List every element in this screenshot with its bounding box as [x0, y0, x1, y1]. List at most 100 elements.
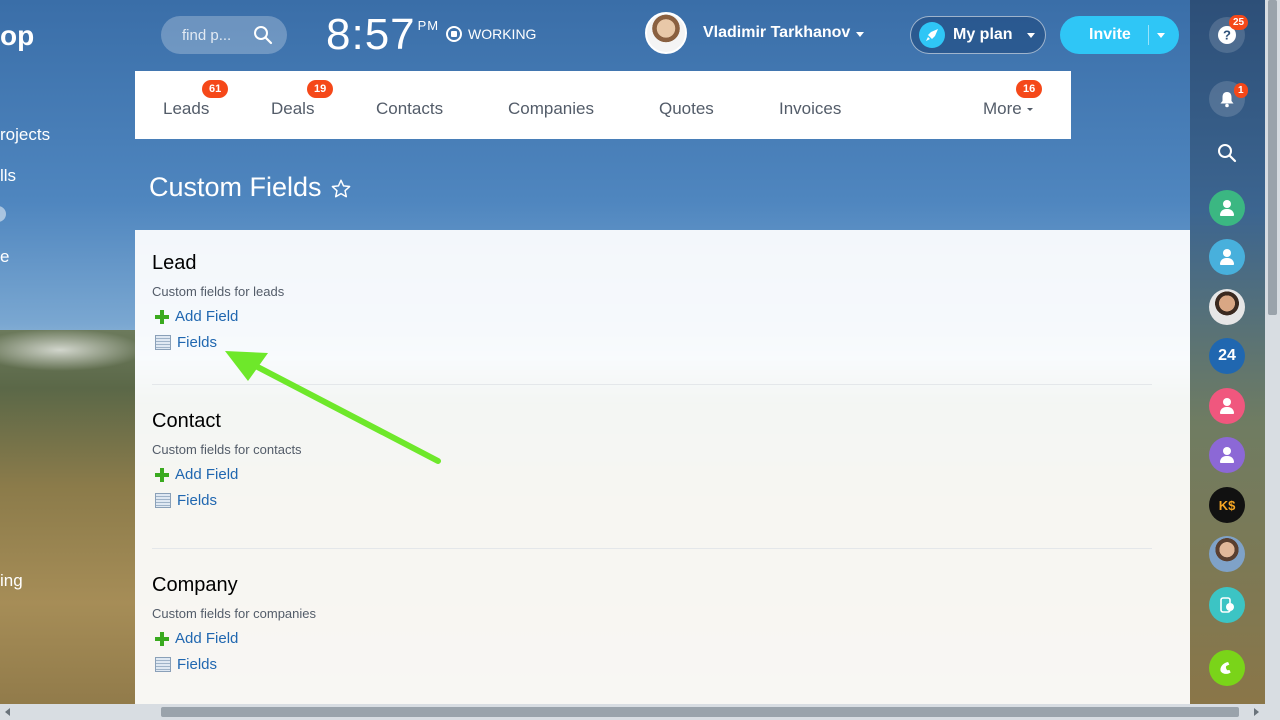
plus-icon — [155, 309, 169, 324]
star-icon[interactable] — [330, 178, 352, 200]
plus-icon — [155, 467, 169, 482]
scroll-right-icon[interactable] — [1254, 708, 1259, 716]
clock-ampm: PM — [417, 18, 440, 33]
work-status-label: WORKING — [468, 26, 537, 42]
search-button[interactable] — [1209, 135, 1245, 171]
horizontal-scrollbar[interactable] — [0, 704, 1280, 720]
contact-avatar-1[interactable] — [1209, 190, 1245, 226]
fields-link[interactable]: Fields — [152, 492, 1152, 509]
notifications-button[interactable]: 1 — [1209, 81, 1248, 117]
scroll-left-icon[interactable] — [5, 708, 10, 716]
avatar[interactable] — [645, 12, 687, 54]
tab-leads[interactable]: Leads 61 — [163, 80, 229, 119]
counter-badge: 19 — [307, 80, 334, 98]
search-placeholder: find p... — [182, 26, 232, 44]
fields-label: Fields — [177, 492, 218, 509]
open-channels-button[interactable] — [1209, 587, 1245, 623]
notifications-badge: 1 — [1234, 83, 1248, 98]
chat-bubble-icon — [1220, 597, 1234, 613]
contact-avatar-6[interactable]: K$ — [1209, 487, 1245, 523]
invite-separator — [1148, 25, 1149, 45]
sidebar-item-settings[interactable]: ing — [0, 571, 23, 591]
scrollbar-thumb[interactable] — [1268, 0, 1277, 315]
help-badge: 25 — [1229, 15, 1249, 30]
invite-label: Invite — [1089, 26, 1131, 43]
search-icon — [1218, 144, 1237, 163]
list-icon — [155, 493, 171, 508]
user-icon — [1219, 249, 1235, 265]
tab-contacts[interactable]: Contacts — [376, 99, 443, 119]
tab-invoices[interactable]: Invoices — [779, 99, 841, 119]
user-icon — [1219, 398, 1235, 414]
annotation-arrow-icon — [225, 351, 441, 464]
tab-deals[interactable]: Deals 19 — [271, 80, 334, 119]
list-icon — [155, 335, 171, 350]
scrollbar-thumb[interactable] — [161, 707, 1239, 717]
tab-label: Companies — [508, 99, 594, 118]
plus-icon — [155, 631, 169, 646]
clock-time: 8:57 — [326, 10, 416, 59]
vertical-scrollbar[interactable] — [1265, 0, 1280, 704]
search-input[interactable]: find p... — [161, 16, 287, 54]
counter-badge: 16 — [1016, 80, 1043, 98]
chevron-down-icon — [1026, 108, 1033, 112]
clock[interactable]: 8:57 PM — [326, 10, 439, 60]
left-sidebar: op rojects lls e ing — [0, 0, 135, 704]
chevron-down-icon — [856, 32, 865, 37]
ks-label: K$ — [1218, 497, 1236, 513]
rocket-icon — [919, 22, 945, 48]
section-divider — [152, 548, 1152, 549]
tab-more[interactable]: More 16 — [983, 80, 1043, 119]
logo[interactable]: op — [0, 20, 40, 52]
sidebar-item-more[interactable]: e — [0, 247, 9, 267]
help-button[interactable]: ? 25 — [1209, 15, 1249, 53]
contact-avatar-4[interactable] — [1209, 388, 1245, 424]
bitrix24-label: 24 — [1218, 347, 1236, 364]
work-status[interactable]: WORKING — [446, 26, 536, 42]
my-plan-label: My plan — [953, 26, 1013, 43]
contact-avatar-2[interactable] — [1209, 239, 1245, 275]
tab-companies[interactable]: Companies — [508, 99, 594, 119]
right-panel: ? 25 1 24 K$ — [1190, 0, 1265, 704]
add-field-link[interactable]: Add Field — [152, 308, 1152, 325]
section-title: Lead — [152, 252, 197, 274]
invite-button[interactable]: Invite — [1060, 16, 1179, 54]
user-icon — [1219, 200, 1235, 216]
add-field-link[interactable]: Add Field — [152, 630, 1152, 647]
tab-label: Deals — [271, 99, 315, 118]
phone-button[interactable] — [1209, 650, 1245, 686]
section-lead: Lead Custom fields for leads Add Field F… — [152, 252, 1152, 351]
sidebar-item-projects[interactable]: rojects — [0, 125, 50, 145]
list-icon — [155, 657, 171, 672]
user-icon — [1219, 447, 1235, 463]
fields-label: Fields — [177, 656, 218, 673]
fields-link[interactable]: Fields — [152, 656, 1152, 673]
tab-label: More — [983, 99, 1022, 118]
crm-tabs: Leads 61 Deals 19 Contacts Companies Quo… — [135, 71, 1071, 139]
sidebar-counter-dot — [0, 206, 6, 222]
tab-label: Invoices — [779, 99, 842, 118]
tab-label: Quotes — [659, 99, 714, 118]
tab-quotes[interactable]: Quotes — [659, 99, 714, 119]
sidebar-item-calls[interactable]: lls — [0, 166, 16, 186]
chevron-down-icon[interactable] — [1157, 33, 1165, 38]
contact-avatar-3[interactable] — [1209, 289, 1245, 325]
user-menu[interactable]: Vladimir Tarkhanov — [645, 12, 865, 54]
user-name: Vladimir Tarkhanov — [703, 24, 851, 41]
search-icon[interactable] — [253, 25, 273, 45]
contact-avatar-5[interactable] — [1209, 437, 1245, 473]
tab-label: Contacts — [376, 99, 444, 118]
add-field-label: Add Field — [175, 308, 239, 325]
section-description: Custom fields for companies — [152, 606, 317, 621]
section-description: Custom fields for leads — [152, 284, 285, 299]
counter-badge: 61 — [202, 80, 229, 98]
my-plan-button[interactable]: My plan — [910, 16, 1046, 54]
page-title: Custom Fields — [149, 172, 322, 202]
fields-label: Fields — [177, 334, 218, 351]
tab-label: Leads — [163, 99, 210, 118]
section-title: Company — [152, 574, 238, 596]
add-field-label: Add Field — [175, 630, 239, 647]
contact-avatar-7[interactable] — [1209, 536, 1245, 572]
section-company: Company Custom fields for companies Add … — [152, 574, 1152, 673]
bitrix24-button[interactable]: 24 — [1209, 338, 1245, 374]
